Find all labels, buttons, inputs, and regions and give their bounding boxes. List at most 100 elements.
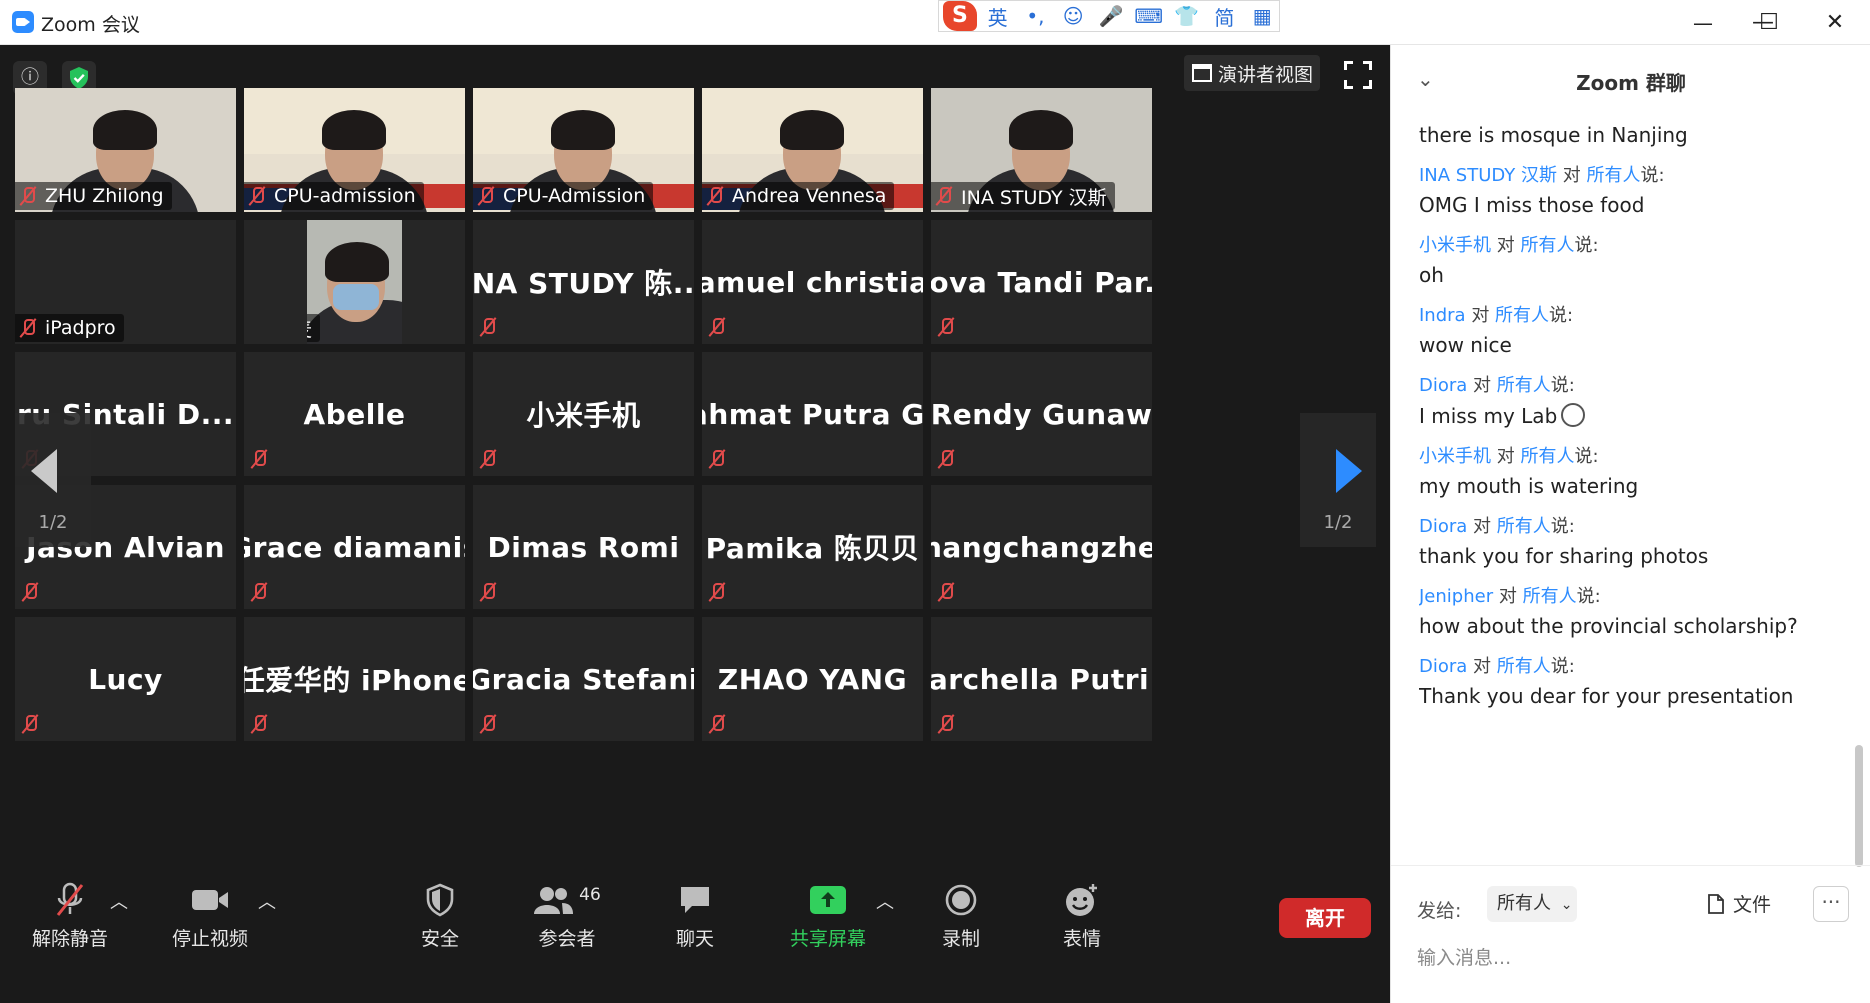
window-controls: — ☐ ✕ [1670, 4, 1870, 42]
participant-tile[interactable]: ZHAO YANG [702, 617, 923, 741]
participant-tile[interactable]: Abelle [244, 352, 465, 476]
message-connector: 对 [1498, 586, 1517, 607]
chat-panel: ⌄ Zoom 群聊 there is mosque in Nanjing INA … [1390, 45, 1870, 1003]
participant-tile[interactable]: INA STUDY 汉斯 [931, 88, 1152, 212]
ime-voice-icon[interactable]: 🎤 [1094, 4, 1128, 28]
chat-message: INA STUDY 汉斯 对 所有人说: OMG I miss those foo… [1419, 161, 1839, 217]
recipient-dropdown[interactable]: 所有人 ⌄ [1487, 886, 1577, 922]
participant-tile[interactable]: INA STUDY 陈... [473, 220, 694, 344]
participant-tile[interactable]: Grace diamanis [244, 485, 465, 609]
message-recipient[interactable]: 所有人 [1523, 586, 1577, 607]
chat-message-body: my mouth is watering [1419, 474, 1639, 498]
chat-scrollbar[interactable] [1855, 745, 1863, 867]
mic-muted-icon [708, 713, 726, 735]
close-window-button[interactable]: ✕ [1802, 4, 1868, 42]
participant-name: Marchella Putri... [931, 662, 1152, 696]
message-sender[interactable]: INA STUDY 汉斯 [1419, 165, 1557, 186]
message-sender[interactable]: Diora [1419, 656, 1467, 677]
chat-message-meta: INA STUDY 汉斯 对 所有人说: [1419, 161, 1839, 187]
participant-name-label: INA STUDY 汉斯 [931, 182, 1115, 210]
unmute-button[interactable]: 解除静音 [15, 880, 125, 950]
ime-punctuation-icon[interactable]: •, [1019, 4, 1053, 28]
message-sender[interactable]: 小米手机 [1419, 235, 1491, 256]
message-recipient[interactable]: 所有人 [1495, 305, 1549, 326]
audio-options-caret-icon[interactable]: ︿ [110, 888, 128, 914]
chat-message: Diora 对 所有人说: I miss my Lab [1419, 371, 1839, 428]
fullscreen-icon[interactable] [1344, 61, 1372, 89]
message-sender[interactable]: Diora [1419, 375, 1467, 396]
chat-message-text: oh [1419, 263, 1839, 287]
ime-skin-icon[interactable]: 👕 [1170, 4, 1204, 28]
ime-keyboard-icon[interactable]: ⌨ [1132, 4, 1166, 28]
participant-tile[interactable]: Lucy [15, 617, 236, 741]
share-options-caret-icon[interactable]: ︿ [876, 888, 894, 914]
participant-tile[interactable]: CPU-admission [244, 88, 465, 212]
participant-tile[interactable]: Rahmat Putra G... [702, 352, 923, 476]
participant-tile[interactable]: Samuel christian [702, 220, 923, 344]
chat-message-meta: Indra 对 所有人说: [1419, 301, 1839, 327]
message-recipient[interactable]: 所有人 [1586, 165, 1640, 186]
message-sender[interactable]: Indra [1419, 305, 1466, 326]
chat-button[interactable]: 聊天 [640, 880, 750, 950]
ime-simplified-toggle[interactable]: 简 [1207, 2, 1241, 31]
record-button[interactable]: 录制 [906, 880, 1016, 950]
chat-message-input[interactable] [1417, 938, 1837, 978]
participant-name: Abelle [303, 397, 406, 431]
mic-muted-icon [56, 882, 84, 916]
ime-mode[interactable]: 英 [981, 2, 1015, 31]
sogou-logo-icon[interactable]: S [943, 1, 977, 31]
chat-message-text: I miss my Lab [1419, 403, 1839, 428]
message-said: 说: [1550, 375, 1575, 396]
previous-page-button[interactable]: 1/2 [15, 413, 91, 547]
message-recipient[interactable]: 所有人 [1520, 446, 1574, 467]
message-recipient[interactable]: 所有人 [1520, 235, 1574, 256]
message-connector: 对 [1473, 656, 1492, 677]
stop-video-button[interactable]: 停止视频 [155, 880, 265, 950]
maximize-window-btn[interactable]: ☐ [1736, 4, 1802, 42]
participant-name: Gracia Stefani [473, 662, 694, 696]
participant-tile[interactable]: CPU-Admission [473, 88, 694, 212]
send-file-button[interactable]: 文件 [1707, 890, 1771, 917]
reactions-label: 表情 [1062, 928, 1101, 950]
message-sender[interactable]: 小米手机 [1419, 446, 1491, 467]
participant-tile[interactable]: 任爱华的 iPhone [244, 617, 465, 741]
message-recipient[interactable]: 所有人 [1497, 516, 1551, 537]
speaker-view-button[interactable]: 演讲者视图 [1184, 55, 1320, 91]
participant-tile[interactable]: iPadpro [15, 220, 236, 344]
participant-tile[interactable]: Andrea Vennesa [702, 88, 923, 212]
message-sender[interactable]: Diora [1419, 516, 1467, 537]
leave-meeting-button[interactable]: 离开 [1279, 898, 1371, 938]
participant-tile[interactable]: 小米手机 [473, 352, 694, 476]
message-sender[interactable]: Jenipher [1419, 586, 1493, 607]
participant-tile[interactable]: Rendy Gunaw [931, 352, 1152, 476]
participant-tile[interactable]: Dimas Romi [473, 485, 694, 609]
next-page-button[interactable]: 1/2 [1300, 413, 1376, 547]
participant-tile[interactable]: 优麦 [307, 220, 402, 344]
mic-muted-icon [937, 713, 955, 735]
participant-tile[interactable]: Nova Tandi Par... [931, 220, 1152, 344]
reactions-button[interactable]: 表情 [1027, 880, 1137, 950]
participants-button[interactable]: 46 参会者 [512, 880, 622, 950]
security-button[interactable]: 安全 [385, 880, 495, 950]
ime-emoji-icon[interactable]: ☺ [1056, 4, 1090, 28]
participant-tile[interactable]: Marchella Putri... [931, 617, 1152, 741]
minimize-window-button[interactable]: — [1670, 4, 1736, 42]
message-recipient[interactable]: 所有人 [1497, 656, 1551, 677]
participants-count: 46 [579, 885, 601, 905]
video-options-caret-icon[interactable]: ︿ [258, 888, 276, 914]
participant-tile[interactable]: ZHU Zhilong [15, 88, 236, 212]
share-screen-button[interactable]: 共享屏幕 [773, 880, 883, 950]
participant-tile[interactable]: Gracia Stefani [473, 617, 694, 741]
recipient-value: 所有人 [1497, 893, 1551, 914]
record-icon [945, 884, 977, 916]
ime-toolbox-icon[interactable]: ▦ [1245, 4, 1279, 28]
chat-composer: 发给: 所有人 ⌄ 文件 ··· [1391, 865, 1870, 1003]
mic-muted-icon [479, 448, 497, 470]
chat-message-list[interactable]: there is mosque in Nanjing INA STUDY 汉斯 对… [1419, 123, 1839, 853]
message-recipient[interactable]: 所有人 [1497, 375, 1551, 396]
participant-tile[interactable]: Pamika 陈贝贝 [702, 485, 923, 609]
gallery-grid: ZHU Zhilong CPU-admission CPU-Admission And… [15, 88, 1375, 835]
participant-tile[interactable]: zhangchangzhen [931, 485, 1152, 609]
unmute-label: 解除静音 [31, 928, 108, 950]
more-options-button[interactable]: ··· [1813, 886, 1849, 922]
